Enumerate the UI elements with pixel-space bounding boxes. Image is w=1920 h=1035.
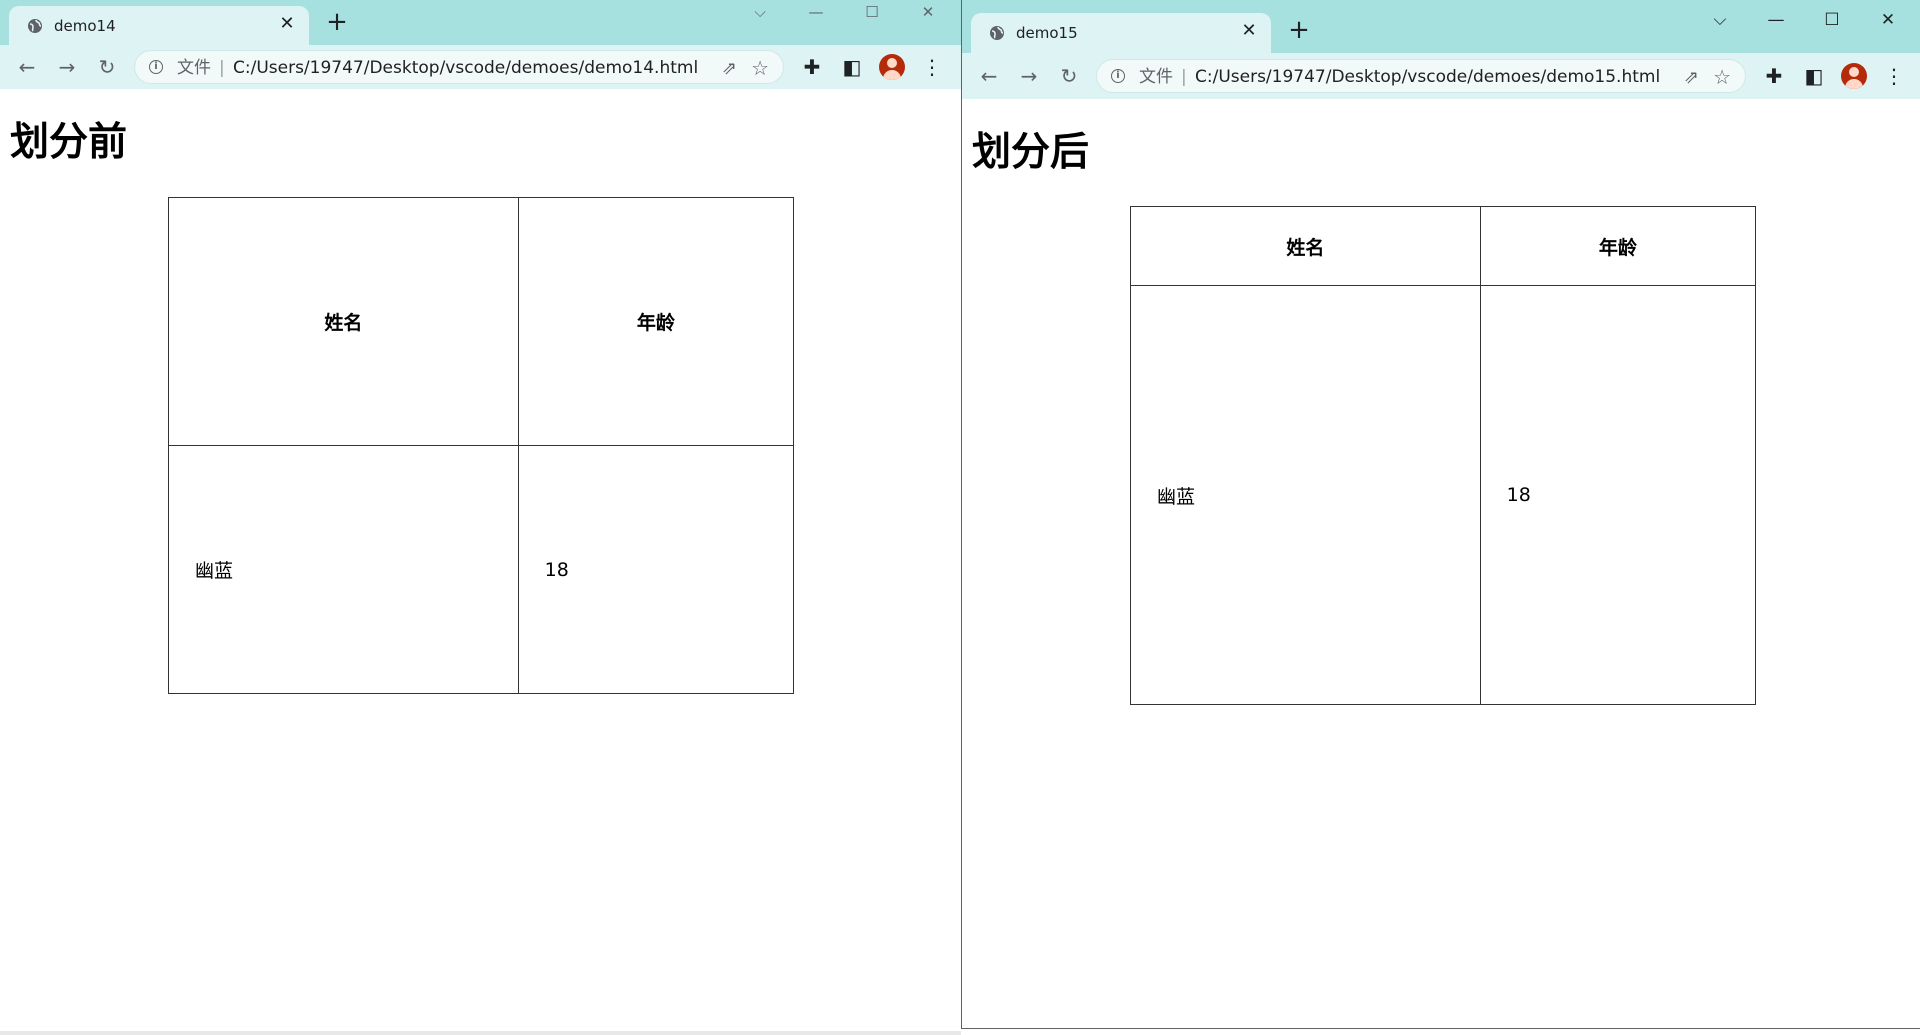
- puzzle-icon[interactable]: ✚: [1761, 63, 1787, 89]
- cell-age: 18: [1479, 285, 1757, 705]
- plus-icon[interactable]: +: [1286, 17, 1312, 44]
- tab-strip: demo15 ✕ + ⌵ — ☐ ✕: [962, 0, 1920, 53]
- separator: |: [1181, 67, 1187, 87]
- tab-search-icon[interactable]: ⌵: [1696, 0, 1744, 40]
- tab-demo15[interactable]: demo15 ✕: [971, 13, 1271, 53]
- star-icon[interactable]: ☆: [751, 56, 769, 80]
- tab-title: demo14: [54, 17, 116, 35]
- close-icon[interactable]: ✕: [1239, 21, 1259, 41]
- table-row: 幽蓝 18: [168, 445, 795, 694]
- reload-icon[interactable]: ↻: [94, 54, 120, 80]
- tab-demo14[interactable]: demo14 ✕: [9, 6, 309, 45]
- back-arrow-icon[interactable]: ←: [14, 54, 40, 80]
- cell-name: 幽蓝: [168, 445, 519, 694]
- tab-title: demo15: [1016, 24, 1078, 42]
- minimize-icon[interactable]: —: [1752, 0, 1800, 40]
- table-row: 幽蓝 18: [1130, 285, 1757, 705]
- close-icon[interactable]: ✕: [277, 14, 297, 34]
- browser-window-demo14: demo14 ✕ + ⌵ — ☐ ✕ ← → ↻ i 文件 | C:/Users…: [0, 0, 961, 1035]
- separator: |: [219, 58, 225, 78]
- window-close-icon[interactable]: ✕: [1864, 0, 1912, 40]
- puzzle-icon[interactable]: ✚: [799, 54, 825, 80]
- plus-icon[interactable]: +: [324, 9, 350, 36]
- header-age: 年龄: [517, 197, 795, 446]
- header-name: 姓名: [1130, 206, 1481, 286]
- maximize-icon[interactable]: ☐: [1808, 0, 1856, 40]
- forward-arrow-icon[interactable]: →: [1016, 63, 1042, 89]
- forward-arrow-icon[interactable]: →: [54, 54, 80, 80]
- tab-strip: demo14 ✕ + ⌵ — ☐ ✕: [0, 0, 961, 45]
- data-table: 姓名 年龄 幽蓝 18: [1130, 206, 1757, 705]
- share-icon[interactable]: ⇗: [1684, 67, 1699, 88]
- star-icon[interactable]: ☆: [1713, 65, 1731, 89]
- toolbar: ← → ↻ i 文件 | C:/Users/19747/Desktop/vsco…: [0, 45, 961, 89]
- page-content: 划分后 姓名 年龄 幽蓝 18: [962, 99, 1920, 1028]
- file-label: 文件: [1139, 67, 1173, 87]
- table-header-row: 姓名 年龄: [168, 197, 795, 446]
- cell-age: 18: [517, 445, 795, 694]
- table-header-row: 姓名 年龄: [1130, 206, 1757, 286]
- taskbar-strip: [0, 1031, 961, 1035]
- browser-window-demo15: demo15 ✕ + ⌵ — ☐ ✕ ← → ↻ i 文件 | C:/Users…: [961, 0, 1920, 1029]
- window-close-icon[interactable]: ✕: [904, 0, 952, 24]
- address-bar[interactable]: i 文件 | C:/Users/19747/Desktop/vscode/dem…: [134, 50, 784, 84]
- avatar-icon[interactable]: [1841, 63, 1867, 89]
- page-content: 划分前 姓名 年龄 幽蓝 18: [0, 89, 961, 1035]
- page-heading: 划分前: [10, 120, 128, 165]
- kebab-menu-icon[interactable]: ⋮: [1881, 63, 1907, 89]
- url-text[interactable]: C:/Users/19747/Desktop/vscode/demoes/dem…: [1195, 67, 1660, 87]
- kebab-menu-icon[interactable]: ⋮: [919, 54, 945, 80]
- back-arrow-icon[interactable]: ←: [976, 63, 1002, 89]
- avatar-icon[interactable]: [879, 54, 905, 80]
- info-icon[interactable]: i: [149, 60, 163, 74]
- maximize-icon[interactable]: ☐: [848, 0, 896, 24]
- file-label: 文件: [177, 58, 211, 78]
- info-icon[interactable]: i: [1111, 69, 1125, 83]
- globe-icon: [28, 19, 42, 33]
- toolbar: ← → ↻ i 文件 | C:/Users/19747/Desktop/vsco…: [962, 53, 1920, 99]
- minimize-icon[interactable]: —: [792, 0, 840, 24]
- data-table: 姓名 年龄 幽蓝 18: [168, 197, 795, 694]
- page-heading: 划分后: [972, 130, 1090, 175]
- cell-name: 幽蓝: [1130, 285, 1481, 705]
- globe-icon: [990, 26, 1004, 40]
- tab-search-icon[interactable]: ⌵: [736, 0, 784, 24]
- reload-icon[interactable]: ↻: [1056, 63, 1082, 89]
- address-bar[interactable]: i 文件 | C:/Users/19747/Desktop/vscode/dem…: [1096, 59, 1746, 93]
- share-icon[interactable]: ⇗: [722, 58, 737, 79]
- url-text[interactable]: C:/Users/19747/Desktop/vscode/demoes/dem…: [233, 58, 698, 78]
- side-panel-icon[interactable]: ◧: [1801, 63, 1827, 89]
- header-age: 年龄: [1479, 206, 1757, 286]
- side-panel-icon[interactable]: ◧: [839, 54, 865, 80]
- header-name: 姓名: [168, 197, 519, 446]
